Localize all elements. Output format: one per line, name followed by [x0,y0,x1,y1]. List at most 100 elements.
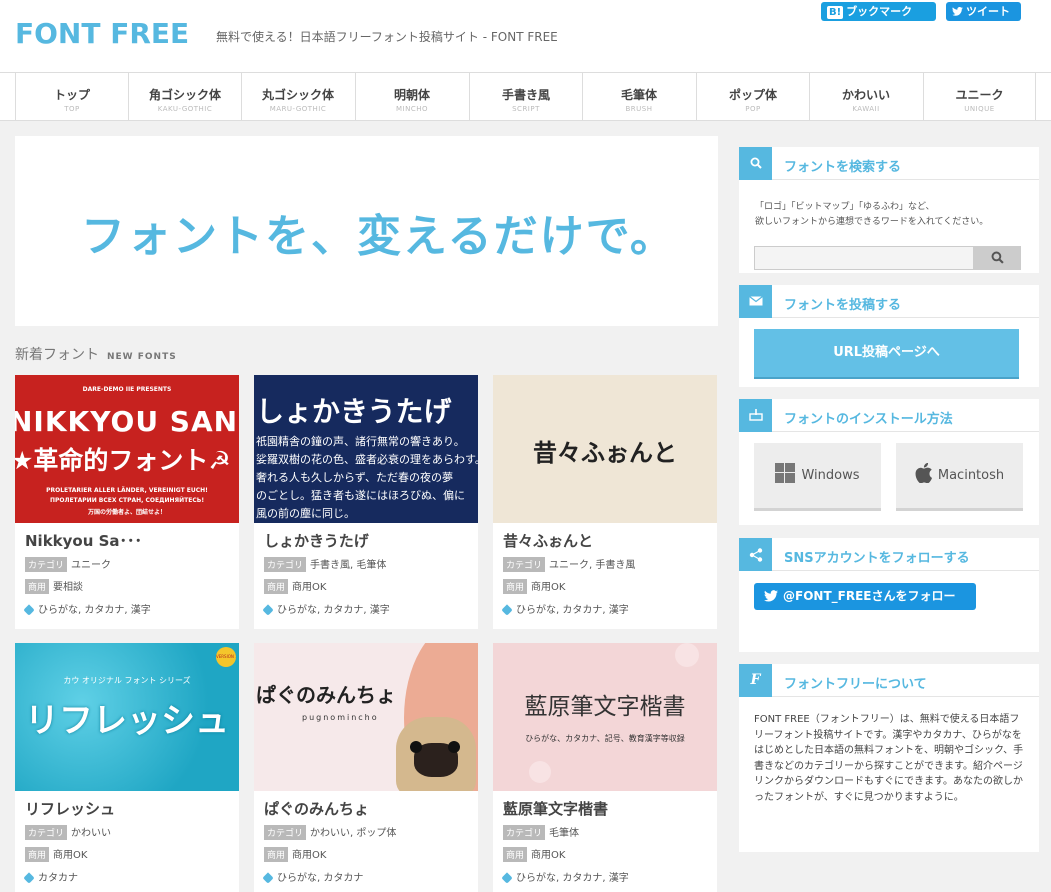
search-desc-line2: 欲しいフォントから連想できるワードを入れてください。 [755,217,989,227]
font-card[interactable]: 昔々ふぉんと 昔々ふぉんと カテゴリ ユニーク, 手書き風 商用 商用OK ひらがな… [493,375,717,629]
new-fonts-heading: 新着フォント NEW FONTS [15,344,177,364]
tag-icon [262,604,274,616]
sns-widget: SNSアカウントをフォローする @FONT_FREEさんをフォロー [739,538,1039,652]
nav-item-label: 手書き風 [501,88,550,102]
nav-item-sublabel: POP [745,105,761,113]
macintosh-button[interactable]: Macintosh [896,443,1023,511]
category-label: カテゴリ [264,557,307,572]
font-use: 要相談 [53,582,84,593]
font-use-row: 商用 要相談 [25,578,83,594]
nav-item-sublabel: SCRIPT [512,105,540,113]
post-widget-title: フォントを投稿する [784,298,902,313]
nav-item-brush[interactable]: 毛筆体 BRUSH [582,73,695,120]
search-button[interactable] [973,246,1021,270]
search-input[interactable] [754,246,974,270]
use-label: 商用 [264,579,289,594]
thumb-text-big: 昔々ふぉんと [533,439,677,467]
font-title[interactable]: Nikkyou Sa･･･ [25,530,142,551]
nav-item-kaku-gothic[interactable]: 角ゴシック体 KAKU-GOTHIC [128,73,241,120]
font-category[interactable]: ユニーク, 手書き風 [549,560,635,571]
twitter-follow-button[interactable]: @FONT_FREEさんをフォロー [754,583,976,610]
font-thumbnail[interactable]: 藍原筆文字楷書 ひらがな、カタカナ、記号、教育漢字等収録 [493,643,717,791]
font-category[interactable]: 手書き風, 毛筆体 [310,560,386,571]
tag-icon [501,604,513,616]
nav-item-label: ポップ体 [728,88,777,102]
font-title[interactable]: しょかきうたげ [264,530,369,551]
site-logo[interactable]: FONT FREE [15,17,189,50]
font-use-row: 商用 商用OK [503,578,565,594]
nav-item-kawaii[interactable]: かわいい KAWAII [809,73,922,120]
hatena-bookmark-button[interactable]: B! ブックマーク 2513 [821,2,936,37]
section-title: 新着フォント [15,347,99,363]
search-desc-line1: 「ロゴ」「ビットマップ」「ゆるふわ」など、 [755,202,935,212]
font-category-row: カテゴリ ユニーク [25,556,111,572]
font-category[interactable]: かわいい [71,828,111,839]
font-use-row: 商用 商用OK [264,846,326,862]
font-thumbnail[interactable]: カウ オリジナル フォント シリーズ リフレッシュ VERSION 1.0 [15,643,239,791]
thumb-text-sub: pugnomincho [302,713,379,722]
hatena-label: ブックマーク [846,5,913,18]
font-category[interactable]: 毛筆体 [549,828,579,839]
font-thumbnail[interactable]: ぱぐのみんちょ pugnomincho [254,643,478,791]
version-badge: VERSION 1.0 [216,647,236,667]
font-title[interactable]: リフレッシュ [25,798,115,819]
about-widget-title: フォントフリーについて [784,677,927,692]
font-thumbnail[interactable]: DARE-DEMO IIE PRESENTS NIKKYOU SANS ★革命的… [15,375,239,523]
use-label: 商用 [264,847,289,862]
font-card[interactable]: カウ オリジナル フォント シリーズ リフレッシュ VERSION 1.0 リフ… [15,643,239,892]
url-post-button[interactable]: URL投稿ページへ [754,329,1019,377]
use-label: 商用 [503,847,528,862]
font-thumbnail[interactable]: しょかきうたげ 祇園精舎の鐘の声、諸行無常の響きあり。 娑羅双樹の花の色、盛者必… [254,375,478,523]
windows-logo-icon [775,463,796,483]
post-widget: フォントを投稿する URL投稿ページへ [739,285,1039,387]
tag-icon [23,872,35,884]
tag-icon [262,872,274,884]
thumb-circle [529,761,551,783]
about-widget: F フォントフリーについて FONT FREE（フォントフリー）は、無料で使える… [739,664,1039,852]
windows-label: Windows [801,468,860,483]
font-card[interactable]: しょかきうたげ 祇園精舎の鐘の声、諸行無常の響きあり。 娑羅双樹の花の色、盛者必… [254,375,478,629]
font-chars: ひらがな, カタカナ, 漢字 [38,605,151,616]
nav-item-sublabel: MARU-GOTHIC [269,105,327,113]
nav-item-label: 毛筆体 [620,88,657,102]
nav-item-maru-gothic[interactable]: 丸ゴシック体 MARU-GOTHIC [241,73,354,120]
font-chars-row: ひらがな, カタカナ, 漢字 [501,869,629,884]
thumb-text-big: リフレッシュ [25,701,229,741]
tag-icon [501,872,513,884]
thumb-text-small1: PROLETARIER ALLER LÄNDER, VEREINIGT EUCH… [46,487,208,494]
thumb-text-top: DARE-DEMO IIE PRESENTS [82,386,172,393]
nav-item-mincho[interactable]: 明朝体 MINCHO [355,73,468,120]
use-label: 商用 [25,847,50,862]
sns-widget-title: SNSアカウントをフォローする [784,551,970,566]
nav-item-pop[interactable]: ポップ体 POP [696,73,809,120]
font-card[interactable]: DARE-DEMO IIE PRESENTS NIKKYOU SANS ★革命的… [15,375,239,629]
font-use-row: 商用 商用OK [25,846,87,862]
nav-item-unique[interactable]: ユニーク UNIQUE [923,73,1036,120]
font-chars-row: ひらがな, カタカナ, 漢字 [262,601,390,616]
category-label: カテゴリ [25,557,68,572]
nav-item-label: 角ゴシック体 [148,88,221,102]
search-description: 「ロゴ」「ビットマップ」「ゆるふわ」など、欲しいフォントから連想できるワードを入… [755,200,988,230]
nav-item-sublabel: MINCHO [395,105,428,113]
font-thumbnail[interactable]: 昔々ふぉんと [493,375,717,523]
font-chars: カタカナ [38,873,78,884]
install-widget: フォントのインストール方法 Windows Macintosh [739,399,1039,525]
thumb-text-l2: 娑羅双樹の花の色、盛者必衰の理をあらわす。 [256,453,478,466]
nav-item-sublabel: KAKU-GOTHIC [157,105,213,113]
font-title[interactable]: 昔々ふぉんと [503,530,593,551]
font-category-row: カテゴリ ユニーク, 手書き風 [503,556,635,572]
font-category[interactable]: ユニーク [71,560,111,571]
nav-item-label: 明朝体 [393,88,430,102]
font-card[interactable]: ぱぐのみんちょ pugnomincho ぱぐのみんちょ カテゴリ かわいい, ポッ… [254,643,478,892]
font-title[interactable]: ぱぐのみんちょ [264,798,369,819]
search-icon [739,147,772,180]
nav-item-script[interactable]: 手書き風 SCRIPT [469,73,582,120]
tweet-button[interactable]: ツイート [946,2,1021,21]
nav-item-label: かわいい [841,88,890,102]
thumb-text-l1: 祇園精舎の鐘の声、諸行無常の響きあり。 [256,435,465,448]
font-category[interactable]: かわいい, ポップ体 [310,828,396,839]
nav-item-top[interactable]: トップ TOP [15,73,128,120]
font-title[interactable]: 藍原筆文字楷書 [503,798,608,819]
windows-button[interactable]: Windows [754,443,881,511]
font-card[interactable]: 藍原筆文字楷書 ひらがな、カタカナ、記号、教育漢字等収録 藍原筆文字楷書 カテゴ… [493,643,717,892]
